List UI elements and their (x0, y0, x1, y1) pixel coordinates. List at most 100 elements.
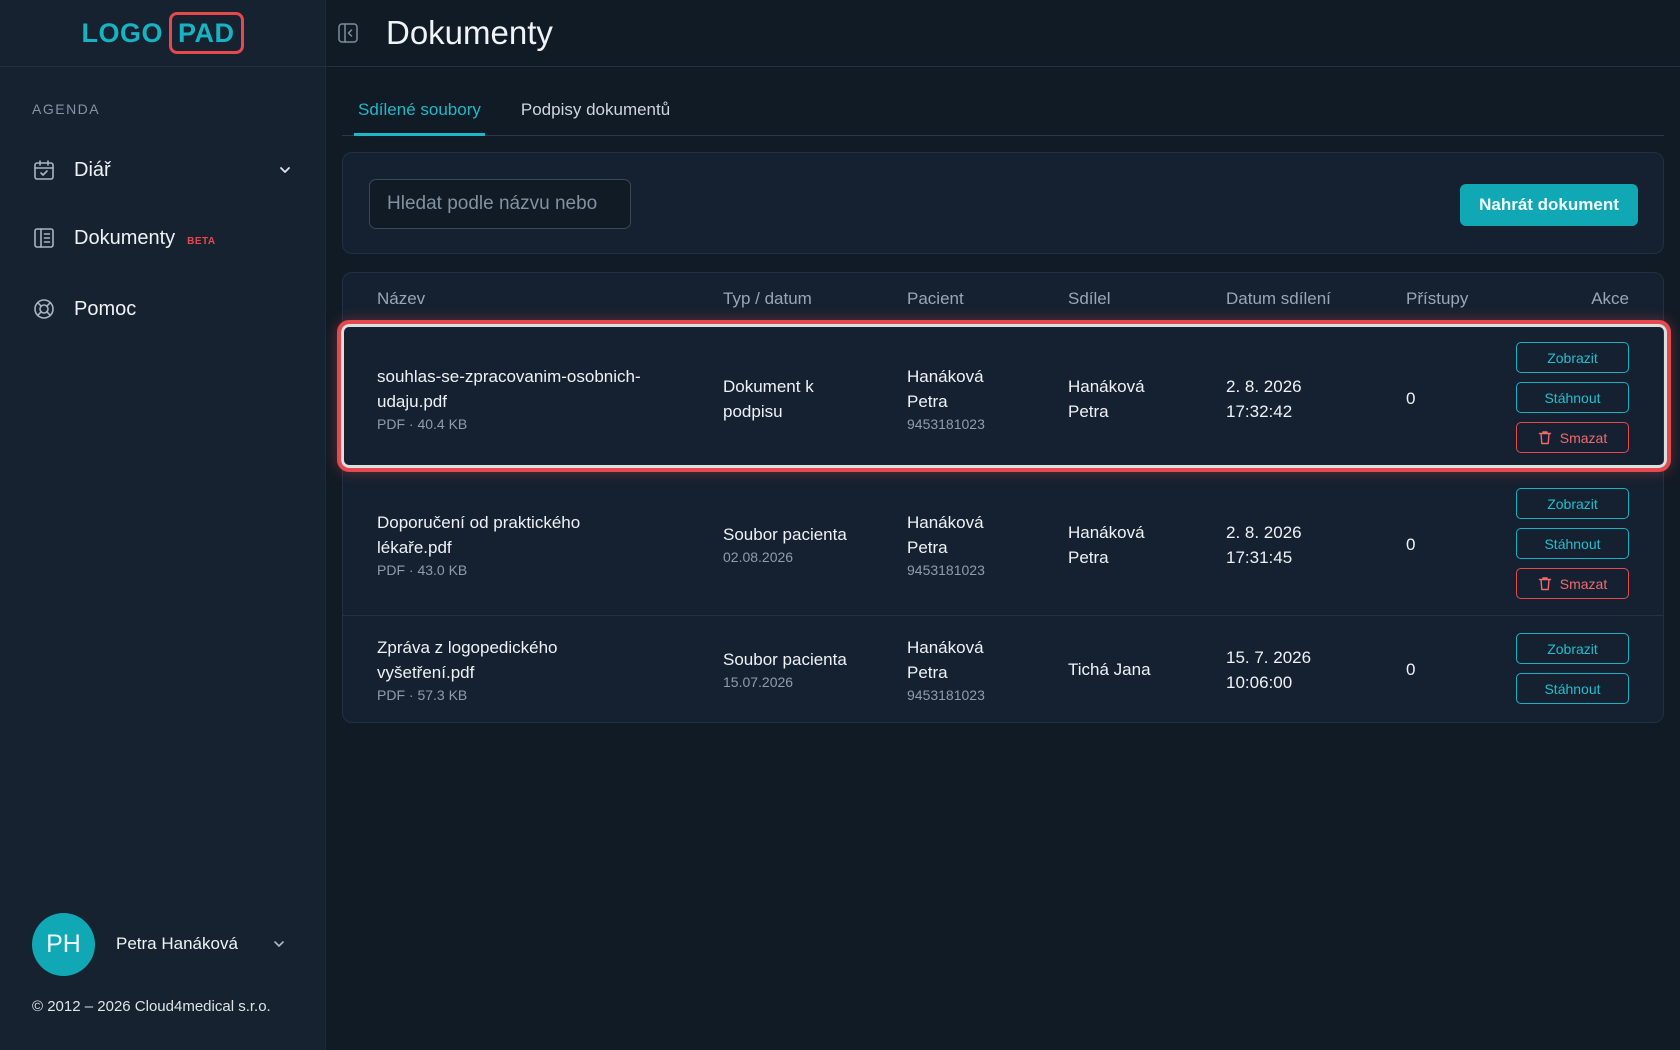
view-button[interactable]: Zobrazit (1516, 633, 1629, 664)
toolbar: Nahrát dokument (342, 152, 1664, 254)
download-button[interactable]: Stáhnout (1516, 528, 1629, 559)
patient-name: Petra (907, 392, 948, 411)
documents-table: Název Typ / datum Pacient Sdílel Datum s… (337, 272, 1671, 723)
shared-time: 10:06:00 (1226, 673, 1293, 692)
document-icon (32, 224, 74, 252)
shared-by-name: Petra (1068, 402, 1109, 421)
logo[interactable]: LOGO PAD (81, 12, 244, 54)
shared-date-cell: 15. 7. 2026 10:06:00 (1226, 645, 1311, 695)
file-name-cell: Doporučení od praktického lékaře.pdf PDF… (377, 510, 580, 580)
type-label: Soubor pacienta (723, 525, 847, 544)
file-name: vyšetření.pdf (377, 663, 475, 682)
page-header: Dokumenty (326, 0, 1680, 67)
type-date: 02.08.2026 (723, 549, 794, 565)
file-meta: PDF · 40.4 KB (377, 416, 468, 432)
shared-by-name: Petra (1068, 548, 1109, 567)
beta-badge: BETA (187, 235, 216, 247)
tab-document-signatures[interactable]: Podpisy dokumentů (517, 92, 674, 136)
copyright-footer: © 2012 – 2026 Cloud4medical s.r.o. (32, 998, 271, 1015)
file-meta: PDF · 43.0 KB (377, 562, 468, 578)
search-input[interactable] (369, 179, 631, 229)
shared-date-cell: 2. 8. 2026 17:32:42 (1226, 374, 1302, 424)
file-name-cell: souhlas-se-zpracovanim-osobnich- udaju.p… (377, 364, 641, 434)
delete-button[interactable]: Smazat (1516, 422, 1629, 453)
file-name: souhlas-se-zpracovanim-osobnich- (377, 367, 641, 386)
type-cell: Soubor pacienta 02.08.2026 (723, 522, 847, 567)
user-name: Petra Hanáková (116, 934, 238, 953)
page-title: Dokumenty (386, 14, 553, 51)
shared-time: 17:31:45 (1226, 548, 1293, 567)
type-label: podpisu (723, 402, 783, 421)
type-label: Dokument k (723, 377, 814, 396)
upload-document-button[interactable]: Nahrát dokument (1460, 184, 1638, 226)
type-cell: Dokument k podpisu (723, 374, 814, 424)
file-name: lékaře.pdf (377, 538, 452, 557)
type-cell: Soubor pacienta 15.07.2026 (723, 647, 847, 692)
access-count: 0 (1406, 389, 1416, 408)
patient-name: Petra (907, 538, 948, 557)
column-header-shared-date: Datum sdílení (1226, 289, 1331, 308)
file-meta: PDF · 57.3 KB (377, 687, 468, 703)
shared-date: 15. 7. 2026 (1226, 648, 1312, 667)
sidebar-item-dokumenty[interactable]: Dokumenty BETA (32, 216, 294, 260)
patient-id: 9453181023 (907, 416, 985, 432)
column-header-name: Název (377, 289, 426, 308)
shared-by-cell: Hanáková Petra (1068, 520, 1145, 570)
shared-date: 2. 8. 2026 (1226, 523, 1302, 542)
avatar: PH (32, 912, 95, 976)
chevron-down-icon[interactable] (270, 935, 288, 953)
file-name-cell: Zpráva z logopedického vyšetření.pdf PDF… (377, 635, 558, 705)
table-header: Název Typ / datum Pacient Sdílel Datum s… (343, 273, 1663, 323)
shared-by-name: Hanáková (1068, 377, 1145, 396)
patient-name: Hanáková (907, 638, 984, 657)
chevron-down-icon[interactable] (276, 161, 294, 179)
table-row[interactable]: Doporučení od praktického lékaře.pdf PDF… (343, 469, 1663, 615)
patient-cell: Hanáková Petra 9453181023 (907, 635, 985, 705)
file-name: Doporučení od praktického (377, 513, 581, 532)
download-button[interactable]: Stáhnout (1516, 673, 1629, 704)
patient-name: Hanáková (907, 513, 984, 532)
patient-cell: Hanáková Petra 9453181023 (907, 364, 985, 434)
trash-icon (1538, 576, 1552, 591)
table-row[interactable]: Zpráva z logopedického vyšetření.pdf PDF… (343, 615, 1663, 722)
trash-icon (1538, 430, 1552, 445)
column-header-patient: Pacient (907, 289, 964, 308)
patient-name: Petra (907, 663, 948, 682)
shared-by-name: Tichá Jana (1068, 660, 1151, 679)
view-button[interactable]: Zobrazit (1516, 342, 1629, 373)
tabs: Sdílené soubory Podpisy dokumentů (342, 92, 1664, 136)
column-header-type-date: Typ / datum (723, 289, 812, 308)
patient-id: 9453181023 (907, 562, 985, 578)
download-button[interactable]: Stáhnout (1516, 382, 1629, 413)
column-header-shared-by: Sdílel (1068, 289, 1111, 308)
shared-by-name: Hanáková (1068, 523, 1145, 542)
access-count: 0 (1406, 535, 1416, 554)
sidebar: LOGO PAD AGENDA Diář Dokumenty BETA Pomo… (0, 0, 326, 1050)
app-root: LOGO PAD AGENDA Diář Dokumenty BETA Pomo… (0, 0, 1680, 1050)
column-header-actions: Akce (1591, 289, 1629, 308)
sidebar-item-pomoc[interactable]: Pomoc (32, 287, 294, 331)
delete-button[interactable]: Smazat (1516, 568, 1629, 599)
shared-date-cell: 2. 8. 2026 17:31:45 (1226, 520, 1302, 570)
sidebar-item-label: Dokumenty (74, 226, 176, 249)
file-name: Zpráva z logopedického (377, 638, 558, 657)
shared-date: 2. 8. 2026 (1226, 377, 1302, 396)
sidebar-item-label: Pomoc (74, 297, 137, 320)
view-button[interactable]: Zobrazit (1516, 488, 1629, 519)
patient-name: Hanáková (907, 367, 984, 386)
logo-text-right: PAD (168, 12, 244, 54)
calendar-check-icon (32, 156, 74, 184)
shared-by-cell: Hanáková Petra (1068, 374, 1145, 424)
sidebar-item-label: Diář (74, 158, 111, 181)
access-count: 0 (1406, 660, 1416, 679)
sidebar-item-diar[interactable]: Diář (32, 148, 294, 192)
sidebar-collapse-icon[interactable] (336, 21, 360, 45)
user-menu[interactable]: PH Petra Hanáková (32, 912, 294, 976)
type-label: Soubor pacienta (723, 650, 847, 669)
type-date: 15.07.2026 (723, 674, 794, 690)
patient-cell: Hanáková Petra 9453181023 (907, 510, 985, 580)
tab-shared-files[interactable]: Sdílené soubory (354, 92, 485, 136)
logo-text-left: LOGO (81, 17, 163, 48)
table-row[interactable]: souhlas-se-zpracovanim-osobnich- udaju.p… (343, 323, 1663, 469)
delete-label: Smazat (1559, 575, 1608, 592)
